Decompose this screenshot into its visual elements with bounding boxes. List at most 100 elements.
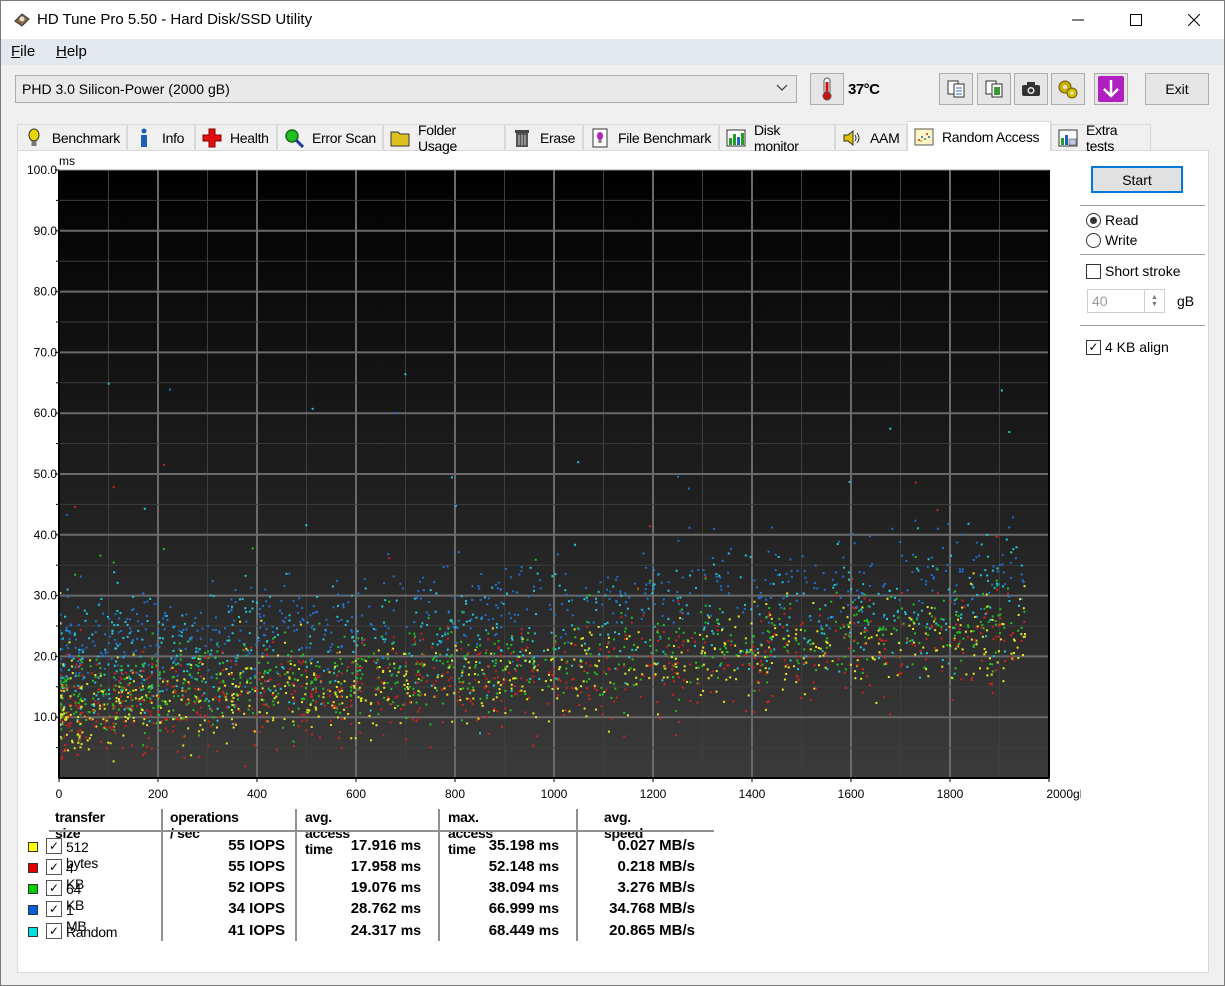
data-point [978,554,981,557]
save-button[interactable] [1094,73,1128,105]
data-point [356,663,359,666]
write-radio[interactable]: Write [1086,232,1137,248]
data-point [258,613,261,616]
data-point [230,700,233,703]
short-stroke-size-input[interactable]: 40 ▲ ▼ [1087,289,1165,313]
data-point [155,664,158,667]
data-point [113,729,116,732]
data-point [727,585,730,588]
maximize-icon [1130,14,1142,26]
menu-file[interactable]: File [11,43,35,60]
data-point [77,716,80,719]
temperature-button[interactable] [810,73,844,105]
short-stroke-checkbox[interactable]: Short stroke [1086,263,1180,279]
tab-random-access[interactable]: Random Access [907,121,1051,151]
minimize-button[interactable] [1049,1,1107,39]
data-point [210,638,213,641]
read-radio[interactable]: Read [1086,212,1138,228]
tab-benchmark[interactable]: Benchmark [17,124,127,150]
tab-health[interactable]: Health [195,124,277,150]
data-point [940,637,943,640]
data-point [809,619,812,622]
start-button[interactable]: Start [1091,166,1183,193]
data-point [265,653,268,656]
data-point [992,565,995,568]
data-point [432,683,435,686]
data-point [942,618,945,621]
exit-button[interactable]: Exit [1145,73,1209,105]
data-point [179,649,182,652]
spinner-arrows[interactable]: ▲ ▼ [1144,290,1164,312]
menu-help[interactable]: Help [56,43,87,60]
tab-info[interactable]: Info [127,124,195,150]
data-point [204,644,207,647]
data-point [65,626,68,629]
data-point [430,646,433,649]
drive-select[interactable]: PHD 3.0 Silicon-Power (2000 gB) [15,75,797,103]
series-checkbox[interactable]: ✓ [46,880,62,896]
data-point [986,605,989,608]
options-button[interactable] [1051,73,1085,105]
tab-error-scan[interactable]: Error Scan [277,124,383,150]
data-point [930,624,933,627]
screenshot-button[interactable] [1014,73,1048,105]
data-point [199,699,202,702]
data-point [549,608,552,611]
data-point [1015,546,1018,549]
series-checkbox[interactable]: ✓ [46,901,62,917]
data-point [337,604,340,607]
data-point [175,663,178,666]
series-checkbox[interactable]: ✓ [46,923,62,939]
spin-up-icon[interactable]: ▲ [1151,294,1158,301]
data-point [243,644,246,647]
data-point [78,704,81,707]
data-point [72,657,75,660]
data-point [755,586,758,589]
data-point [305,676,308,679]
data-point [334,693,337,696]
data-point [148,685,151,688]
y-tick-label: 40.0 [34,528,58,542]
data-point [78,654,81,657]
series-checkbox[interactable]: ✓ [46,859,62,875]
data-point [110,657,113,660]
data-point [462,623,465,626]
data-point [893,627,896,630]
data-point [323,704,326,707]
data-point [697,666,700,669]
copy-text-button[interactable] [939,73,973,105]
data-point [803,662,806,665]
data-point [697,682,700,685]
y-tick-label: 70.0 [34,345,58,359]
4kb-align-checkbox[interactable]: ✓ 4 KB align [1086,339,1169,355]
data-point [857,609,860,612]
tab-disk-monitor[interactable]: Disk monitor [719,122,835,154]
spin-down-icon[interactable]: ▼ [1151,301,1158,308]
data-point [274,689,277,692]
tab-extra-tests[interactable]: Extra tests [1051,122,1151,154]
series-checkbox[interactable]: ✓ [46,838,62,854]
tab-folder-usage[interactable]: Folder Usage [383,122,505,154]
close-button[interactable] [1165,1,1223,39]
data-point [79,649,82,652]
transfer-size-label: Random [66,924,118,940]
data-point [913,632,916,635]
copy-image-button[interactable] [977,73,1011,105]
data-point [716,580,719,583]
maximize-button[interactable] [1107,1,1165,39]
data-point [954,667,957,670]
tab-file-benchmark[interactable]: File Benchmark [583,124,719,150]
data-point [725,678,728,681]
data-point [984,651,987,654]
data-point [204,714,207,717]
data-point [848,480,851,483]
data-point [782,626,785,629]
tab-erase[interactable]: Erase [505,124,583,150]
data-point [90,734,93,737]
data-point [676,597,679,600]
data-point [458,695,461,698]
data-point [309,659,312,662]
data-point [576,694,579,697]
tab-aam[interactable]: AAM [835,124,907,150]
data-point [953,634,956,637]
